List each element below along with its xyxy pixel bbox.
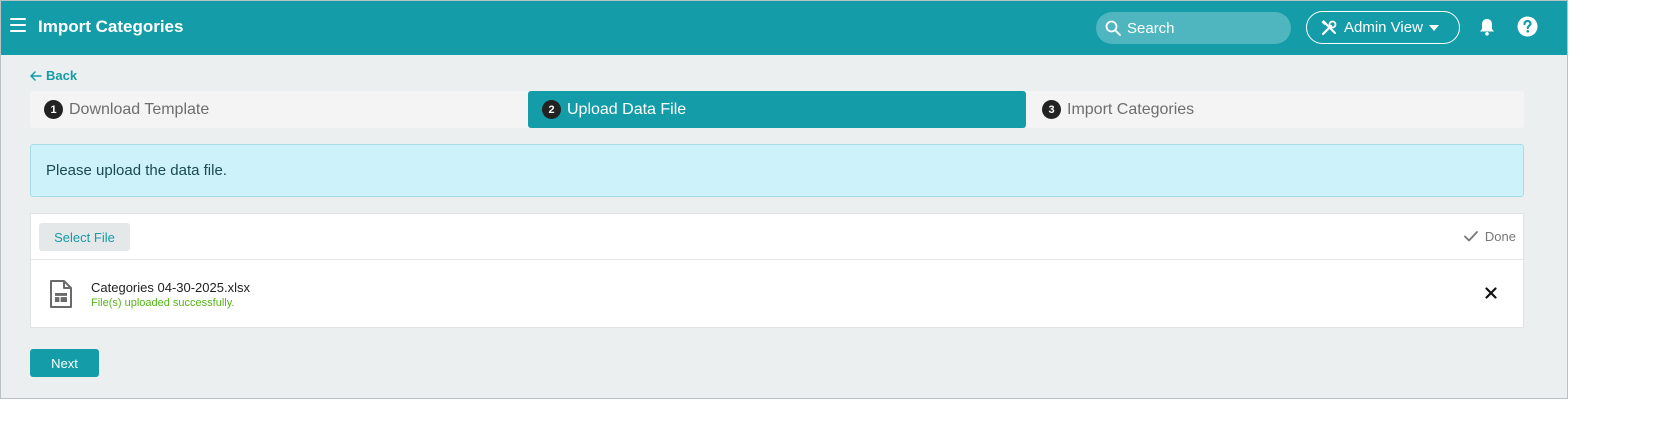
back-label: Back (46, 68, 78, 83)
page-title: Import Categories (38, 17, 184, 36)
close-icon[interactable] (1485, 287, 1497, 299)
step-label: Download Template (69, 100, 210, 118)
select-file-button[interactable]: Select File (39, 223, 130, 251)
file-name: Categories 04-30-2025.xlsx (91, 280, 250, 295)
upload-panel: Select File Done Categories 04-30-2025.x… (30, 213, 1524, 328)
admin-view-label: Admin View (1344, 19, 1423, 36)
top-header: Import Categories Admin View (1, 1, 1567, 55)
step-label: Upload Data File (567, 100, 687, 118)
check-icon (1464, 231, 1478, 242)
step-number: 3 (1042, 100, 1061, 119)
file-row: Categories 04-30-2025.xlsx File(s) uploa… (31, 261, 1523, 328)
search-input[interactable] (1127, 12, 1282, 44)
menu-icon[interactable] (10, 18, 26, 34)
upload-status: Done (1464, 229, 1516, 244)
search-icon (1105, 20, 1121, 36)
chevron-down-icon (1428, 24, 1439, 31)
arrow-left-icon (30, 70, 42, 81)
bell-icon[interactable] (1479, 18, 1495, 36)
step-number: 2 (542, 100, 561, 119)
step-upload-data-file[interactable]: 2 Upload Data File (528, 91, 1026, 128)
info-banner: Please upload the data file. (30, 144, 1524, 197)
tools-icon (1321, 19, 1337, 35)
step-import-categories[interactable]: 3 Import Categories (1028, 91, 1526, 128)
file-status: File(s) uploaded successfully. (91, 297, 235, 309)
back-link[interactable]: Back (30, 68, 77, 83)
search-box[interactable] (1096, 12, 1291, 44)
upload-toolbar: Select File Done (31, 214, 1523, 260)
upload-status-label: Done (1484, 229, 1516, 244)
spreadsheet-file-icon (50, 280, 72, 308)
help-icon[interactable] (1517, 16, 1538, 37)
step-download-template[interactable]: 1 Download Template (30, 91, 528, 128)
next-button[interactable]: Next (30, 349, 99, 377)
admin-view-button[interactable]: Admin View (1306, 11, 1460, 44)
step-indicator: 1 Download Template 2 Upload Data File 3… (30, 91, 1524, 128)
step-number: 1 (44, 100, 63, 119)
step-label: Import Categories (1067, 100, 1195, 118)
app-window: Import Categories Admin View (0, 0, 1568, 399)
